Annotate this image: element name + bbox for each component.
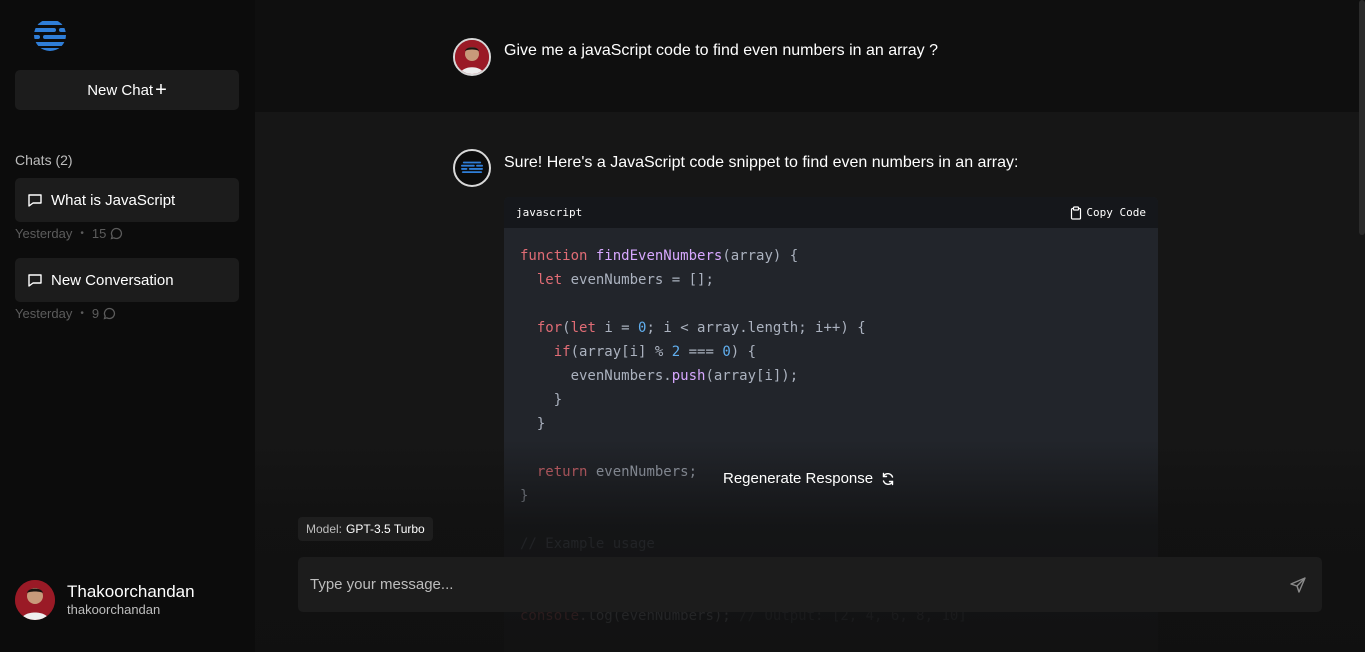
- copy-code-button[interactable]: Copy Code: [1070, 205, 1146, 220]
- chat-main: Give me a javaScript code to find even n…: [255, 0, 1365, 652]
- chats-heading: Chats (2): [15, 152, 73, 168]
- model-value: GPT-3.5 Turbo: [346, 522, 425, 536]
- user-avatar: [453, 38, 491, 76]
- sidebar: New Chat + Chats (2) What is JavaScript …: [0, 0, 255, 652]
- user-message-text: Give me a javaScript code to find even n…: [504, 42, 938, 59]
- regenerate-response-button[interactable]: Regenerate Response: [723, 470, 895, 487]
- clipboard-icon: [1071, 205, 1082, 220]
- brand-logo-icon[interactable]: [26, 18, 74, 52]
- code-header: javascript Copy Code: [504, 197, 1158, 228]
- new-chat-label: New Chat: [87, 81, 154, 99]
- separator-dot: •: [80, 308, 84, 319]
- user-message-row: Give me a javaScript code to find even n…: [255, 0, 1365, 112]
- chat-item-label: What is JavaScript: [51, 191, 176, 209]
- new-chat-button[interactable]: New Chat +: [15, 70, 239, 110]
- message-input[interactable]: [310, 576, 1286, 593]
- message-input-box: [298, 557, 1322, 612]
- profile-name: Thakoorchandan: [67, 582, 195, 601]
- refresh-icon: [882, 472, 894, 485]
- message-count: 15: [91, 226, 107, 241]
- message-square-icon: [28, 274, 42, 287]
- profile-handle: thakoorchandan: [67, 602, 161, 617]
- chat-item-new-conversation[interactable]: New Conversation: [15, 258, 239, 302]
- separator-dot: •: [80, 228, 84, 239]
- send-button[interactable]: [1286, 573, 1310, 597]
- model-label: Model:: [306, 522, 343, 536]
- chat-item-label: New Conversation: [51, 271, 174, 289]
- message-square-icon: [28, 194, 42, 207]
- comment-icon: [103, 307, 116, 320]
- chat-date: Yesterday: [15, 306, 73, 321]
- code-language: javascript: [516, 206, 583, 219]
- scrollbar-thumb[interactable]: [1359, 0, 1365, 235]
- comment-icon: [110, 227, 123, 240]
- avatar: [15, 580, 55, 620]
- bot-avatar-icon: [453, 149, 491, 187]
- regenerate-label: Regenerate Response: [723, 470, 874, 487]
- chat-item-meta: Yesterday • 15: [15, 226, 123, 241]
- message-count: 9: [91, 306, 100, 321]
- bot-message-text: Sure! Here's a JavaScript code snippet t…: [504, 154, 1019, 171]
- copy-code-label: Copy Code: [1086, 206, 1146, 219]
- send-icon: [1290, 576, 1306, 593]
- plus-icon: +: [155, 79, 167, 101]
- chat-item-what-is-javascript[interactable]: What is JavaScript: [15, 178, 239, 222]
- chat-date: Yesterday: [15, 226, 73, 241]
- chat-item-meta: Yesterday • 9: [15, 306, 116, 321]
- model-badge[interactable]: Model: GPT-3.5 Turbo: [298, 517, 433, 541]
- user-profile[interactable]: Thakoorchandan thakoorchandan: [15, 580, 195, 620]
